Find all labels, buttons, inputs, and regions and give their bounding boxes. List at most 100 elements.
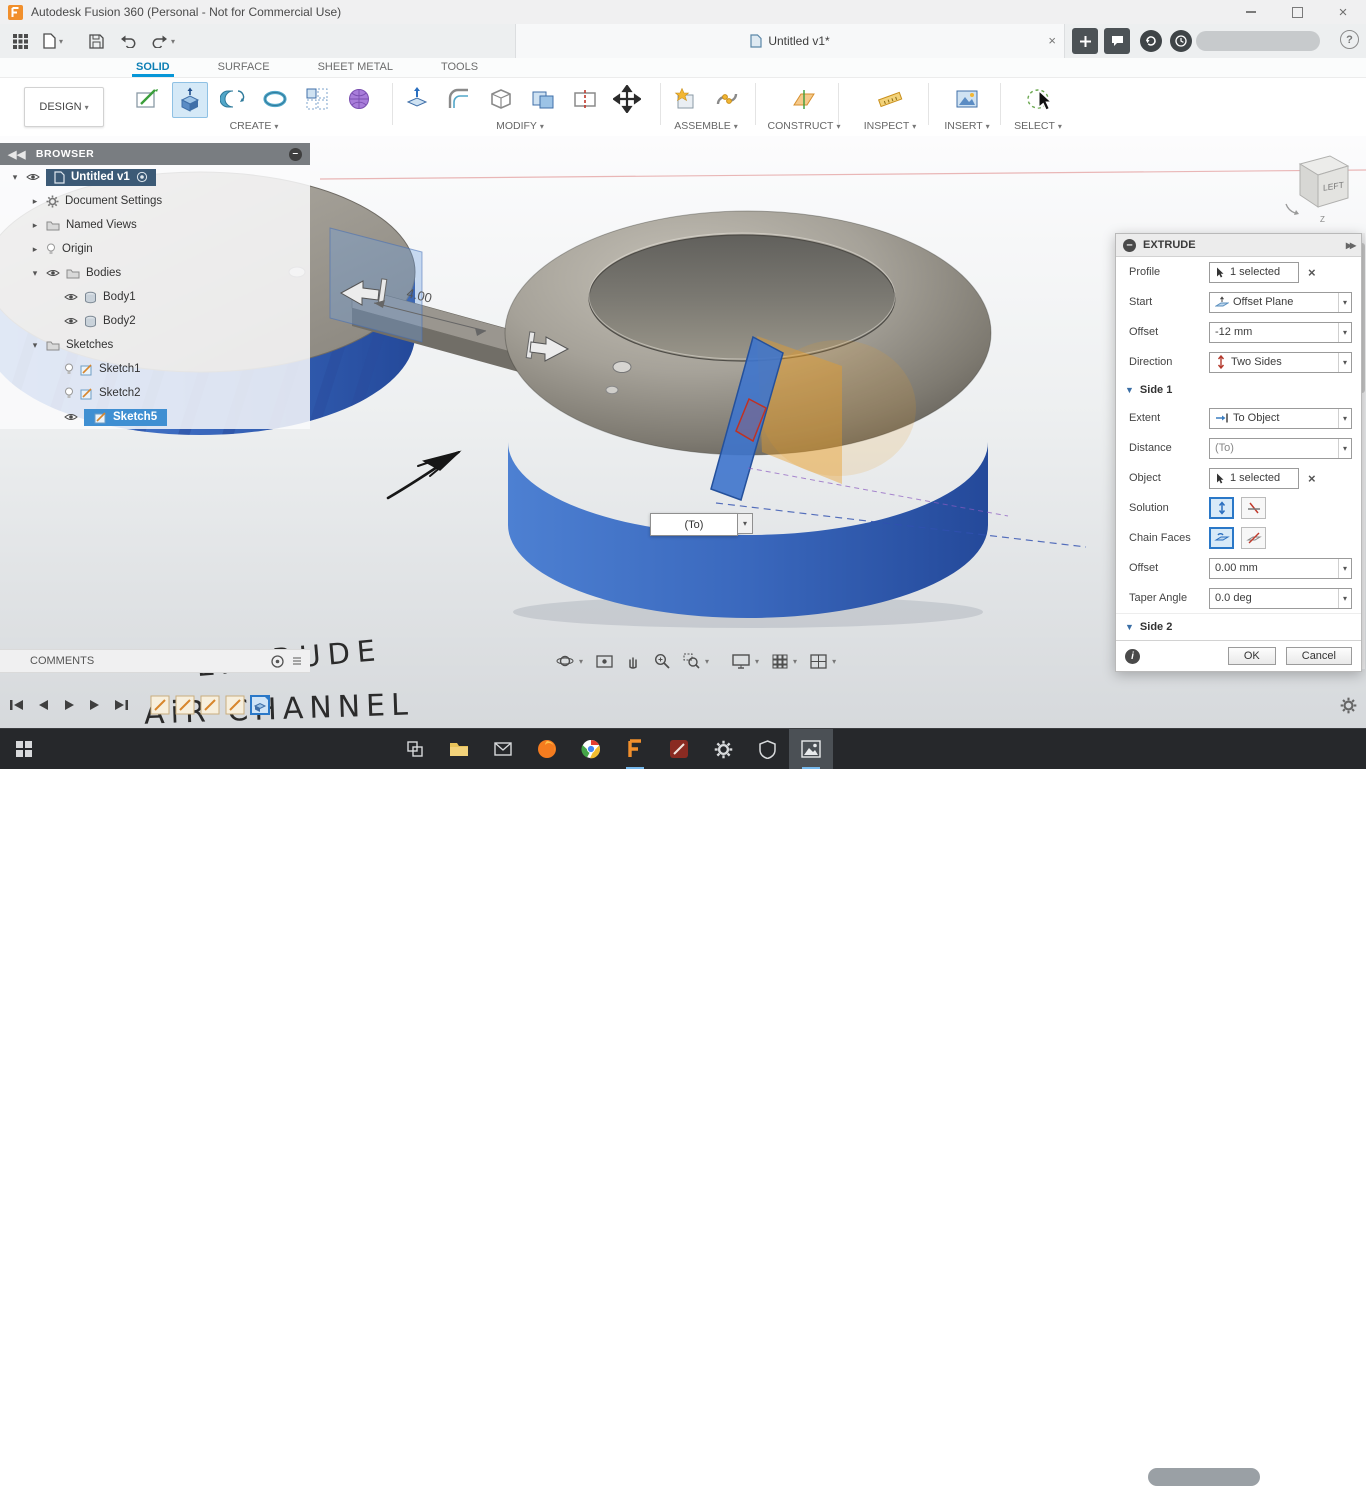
close-button[interactable]: × [1320, 1, 1366, 24]
object-clear-button[interactable]: × [1308, 471, 1316, 486]
offset2-input[interactable]: 0.00 mm ▾ [1209, 557, 1352, 579]
expand-arrow-icon[interactable]: ▾ [30, 340, 40, 351]
firefox-icon[interactable] [525, 729, 569, 769]
split-body-tool-icon[interactable] [568, 82, 602, 116]
chrome-icon[interactable] [569, 729, 613, 769]
fusion-360-taskbar-icon[interactable] [613, 729, 657, 769]
tab-sheet-metal[interactable]: SHEET METAL [314, 61, 397, 77]
dropdown-caret-icon[interactable]: ▾ [1337, 292, 1351, 312]
extent-to-value[interactable]: (To) [650, 513, 738, 536]
task-view-button[interactable] [393, 729, 437, 769]
photos-app-icon[interactable] [789, 729, 833, 769]
expand-arrow-icon[interactable]: ▸ [30, 220, 40, 231]
bulb-off-icon[interactable] [46, 243, 56, 255]
tree-item-body1[interactable]: Body1 [0, 285, 310, 309]
minimize-button[interactable] [1228, 1, 1274, 24]
panel-grip-icon[interactable]: – [1123, 238, 1136, 252]
browser-minimize-icon[interactable]: – [289, 147, 302, 161]
sketchbook-icon[interactable] [657, 729, 701, 769]
sketch-selection[interactable]: Sketch5 [84, 408, 168, 426]
joint-tool-icon[interactable] [710, 82, 744, 116]
solution-option-1-button[interactable] [1209, 497, 1234, 519]
sketch-point-handle[interactable] [605, 385, 619, 395]
expand-arrow-icon[interactable]: ▾ [10, 172, 20, 183]
panel-dock-icon[interactable]: ▸▸ [1346, 238, 1356, 252]
bulb-off-icon[interactable] [64, 363, 74, 375]
settings-gear-icon[interactable] [701, 729, 745, 769]
save-button[interactable] [84, 27, 108, 55]
tree-item-sketch1[interactable]: Sketch1 [0, 357, 310, 381]
revolve-tool-icon[interactable] [216, 82, 250, 116]
tree-item-document-settings[interactable]: ▸ Document Settings [0, 189, 310, 213]
group-label-select[interactable]: SELECT ▾ [1014, 120, 1062, 132]
comments-bar[interactable]: COMMENTS [0, 649, 310, 673]
start-button[interactable] [0, 729, 48, 769]
orbit-tool-icon[interactable]: ▾ [556, 653, 583, 669]
object-selection-box[interactable]: 1 selected [1209, 467, 1299, 489]
windows-defender-icon[interactable] [745, 729, 789, 769]
chain-faces-off-button[interactable] [1241, 527, 1266, 549]
info-icon[interactable]: i [1125, 648, 1140, 664]
sketch-point-handle[interactable] [612, 361, 632, 373]
new-component-tool-icon[interactable] [668, 82, 702, 116]
tree-item-sketches[interactable]: ▾ Sketches [0, 333, 310, 357]
group-label-create[interactable]: CREATE ▾ [230, 120, 279, 132]
shell-tool-icon[interactable] [484, 82, 518, 116]
timeline-settings-gear-icon[interactable] [1340, 697, 1357, 714]
construction-plane-tool-icon[interactable] [787, 82, 821, 116]
tree-item-sketch2[interactable]: Sketch2 [0, 381, 310, 405]
form-tool-icon[interactable] [342, 82, 376, 116]
tree-item-bodies[interactable]: ▾ Bodies [0, 261, 310, 285]
taper-angle-value[interactable]: 0.0 deg [1215, 592, 1334, 604]
tree-item-sketch5[interactable]: Sketch5 [0, 405, 310, 429]
distance-input[interactable]: (To) ▾ [1209, 437, 1352, 459]
group-label-inspect[interactable]: INSPECT ▾ [864, 120, 917, 132]
user-account-blurred[interactable] [1196, 31, 1320, 51]
cancel-button[interactable]: Cancel [1285, 647, 1352, 665]
extrude-tool-icon[interactable] [172, 82, 208, 118]
mail-icon[interactable] [481, 729, 525, 769]
document-tab[interactable]: Untitled v1* × [515, 24, 1065, 58]
file-menu-button[interactable]: ▾ [38, 27, 68, 55]
offset2-value[interactable]: 0.00 mm [1215, 562, 1334, 574]
group-label-assemble[interactable]: ASSEMBLE ▾ [674, 120, 738, 132]
tree-item-root[interactable]: ▾ Untitled v1 [0, 165, 310, 189]
solution-option-2-button[interactable] [1241, 497, 1266, 519]
create-sketch-icon[interactable] [130, 82, 164, 116]
timeline-step-back-button[interactable] [32, 695, 54, 715]
comment-indicator-icon[interactable] [271, 654, 284, 668]
eye-icon[interactable] [64, 412, 78, 422]
eye-icon[interactable] [64, 292, 78, 302]
app-grid-icon[interactable] [8, 27, 32, 55]
distance-value[interactable]: (To) [1215, 442, 1334, 454]
job-status-icon[interactable] [1140, 27, 1162, 55]
browser-header[interactable]: ◀◀ BROWSER – [0, 143, 310, 165]
dropdown-caret-icon[interactable]: ▾ [1337, 558, 1351, 578]
pan-tool-icon[interactable] [626, 653, 641, 669]
direction-dropdown[interactable]: Two Sides ▾ [1209, 351, 1352, 373]
tree-item-named-views[interactable]: ▸ Named Views [0, 213, 310, 237]
sweep-tool-icon[interactable] [258, 82, 292, 116]
dropdown-caret-icon[interactable]: ▾ [1337, 588, 1351, 608]
group-label-modify[interactable]: MODIFY ▾ [496, 120, 544, 132]
view-cube[interactable]: LEFT Z [1278, 148, 1364, 228]
profile-clear-button[interactable]: × [1308, 265, 1316, 280]
bulb-off-icon[interactable] [64, 387, 74, 399]
eye-icon[interactable] [26, 172, 40, 182]
notifications-clock-icon[interactable] [1170, 27, 1192, 55]
offset-value[interactable]: -12 mm [1215, 326, 1334, 338]
group-label-insert[interactable]: INSERT ▾ [944, 120, 989, 132]
dropdown-caret-icon[interactable]: ▾ [1337, 322, 1351, 342]
insert-canvas-tool-icon[interactable] [950, 82, 984, 116]
viewports-icon[interactable]: ▾ [810, 653, 836, 669]
tab-tools[interactable]: TOOLS [437, 61, 482, 77]
grid-snap-icon[interactable]: ▾ [772, 654, 797, 669]
redo-button[interactable]: ▾ [146, 27, 180, 55]
look-at-tool-icon[interactable] [596, 654, 613, 669]
eye-icon[interactable] [64, 316, 78, 326]
extent-dropdown[interactable]: To Object ▾ [1209, 407, 1352, 429]
comments-expand-icon[interactable] [292, 656, 302, 666]
group-label-construct[interactable]: CONSTRUCT ▾ [768, 120, 841, 132]
measure-tool-icon[interactable] [873, 82, 907, 116]
chain-faces-on-button[interactable] [1209, 527, 1234, 549]
